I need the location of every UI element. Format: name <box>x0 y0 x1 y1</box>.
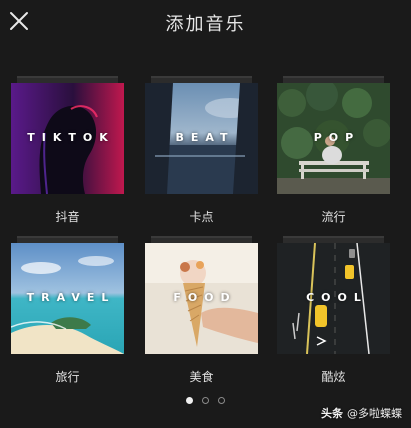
page-indicator <box>0 397 411 404</box>
page-dot-2[interactable] <box>202 397 209 404</box>
cover-word: BEAT <box>175 131 235 144</box>
watermark: 头条 @多啦蝶蝶 <box>321 405 402 421</box>
cover-word: FOOD <box>173 291 237 304</box>
cover-word: TRAVEL <box>26 291 116 304</box>
cover-word: COOL <box>306 291 368 304</box>
page-dot-1[interactable] <box>186 397 193 404</box>
category-card-travel[interactable]: TRAVEL 旅行 <box>11 236 124 385</box>
category-cover-tiktok: TIKTOK <box>11 83 124 194</box>
page-title: 添加音乐 <box>165 14 246 35</box>
category-label: 卡点 <box>189 210 214 224</box>
category-cover-food: FOOD <box>145 243 258 354</box>
category-label: 美食 <box>189 370 214 384</box>
card-stack-edge <box>151 236 252 243</box>
category-card-tiktok[interactable]: TIKTOK 抖音 <box>11 76 124 225</box>
category-card-cool[interactable]: COOL 酷炫 <box>277 236 390 385</box>
category-label: 旅行 <box>55 370 80 384</box>
category-label: 酷炫 <box>321 370 346 384</box>
card-stack-edge <box>151 76 252 83</box>
card-stack-edge <box>17 236 118 243</box>
category-cover-cool: COOL <box>277 243 390 354</box>
page-dot-3[interactable] <box>218 397 225 404</box>
cover-word: TIKTOK <box>27 131 115 144</box>
category-cover-beat: BEAT <box>145 83 258 194</box>
watermark-brand: 头条 <box>321 407 343 420</box>
cover-word: POP <box>313 131 361 144</box>
category-card-food[interactable]: FOOD 美食 <box>145 236 258 385</box>
category-card-pop[interactable]: POP 流行 <box>277 76 390 225</box>
card-stack-edge <box>283 236 384 243</box>
category-label: 流行 <box>321 210 346 224</box>
add-music-screen: 添加音乐 TIKTOK 抖音 BEAT 卡点 POP 流行 TRAVEL 旅行 … <box>0 0 411 428</box>
card-stack-edge <box>17 76 118 83</box>
category-cover-pop: POP <box>277 83 390 194</box>
category-card-beat[interactable]: BEAT 卡点 <box>145 76 258 225</box>
category-cover-travel: TRAVEL <box>11 243 124 354</box>
category-label: 抖音 <box>55 210 80 224</box>
card-stack-edge <box>283 76 384 83</box>
watermark-handle: @多啦蝶蝶 <box>347 407 402 420</box>
